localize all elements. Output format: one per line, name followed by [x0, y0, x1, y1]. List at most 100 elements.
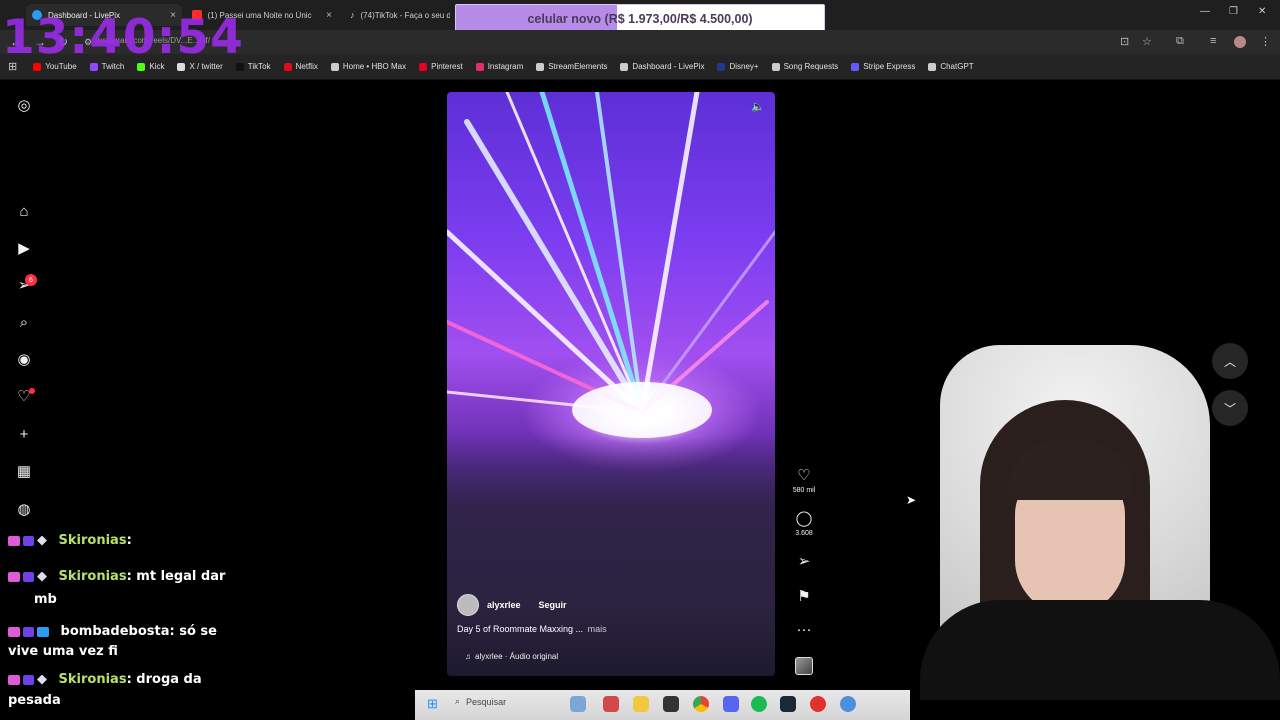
bookmark-x-twitter[interactable]: X / twitter	[177, 62, 223, 71]
bookmark-home-hbo-max[interactable]: Home • HBO Max	[330, 62, 406, 71]
donation-goal-bar: celular novo (R$ 1.973,00/R$ 4.500,00)	[455, 4, 825, 33]
chat-username: Skironias	[58, 533, 127, 548]
restore-icon[interactable]: ❐	[1229, 6, 1238, 17]
bookmark-youtube[interactable]: YouTube	[33, 62, 77, 71]
bookmark-streamelements[interactable]: StreamElements	[536, 62, 607, 71]
extensions-icon[interactable]: ⧉	[1176, 35, 1184, 48]
create-plus-icon[interactable]: +	[14, 424, 34, 444]
more-options-button[interactable]: ···	[784, 621, 824, 638]
bookmark-favicon-icon	[177, 62, 186, 71]
bookmark-song-requests[interactable]: Song Requests	[771, 62, 838, 71]
mouse-cursor-icon: ➤	[906, 493, 917, 507]
bookmark-pinterest[interactable]: Pinterest	[419, 62, 463, 71]
windows-taskbar: ⊞ ⌕ Pesquisar	[415, 690, 910, 720]
search-icon[interactable]: ⌕	[14, 312, 34, 332]
reel-caption: Day 5 of Roommate Maxxing ... mais	[457, 624, 607, 634]
chat-text-continued: pesada	[8, 693, 61, 708]
reel-audio[interactable]: ♫ alyxrlee · Áudio original	[465, 652, 558, 661]
gem-badge-icon	[37, 674, 47, 685]
media-control-icon[interactable]: ≡	[1210, 35, 1216, 47]
bookmark-instagram[interactable]: Instagram	[475, 62, 523, 71]
music-note-icon: ♫	[465, 652, 471, 661]
comment-icon: ◯	[795, 510, 813, 527]
share-button[interactable]: ➢	[784, 552, 824, 570]
explore-icon[interactable]: ◉	[14, 349, 34, 369]
more-link[interactable]: mais	[588, 624, 607, 634]
file-explorer-icon[interactable]	[633, 696, 649, 712]
bookmark-kick[interactable]: Kick	[137, 62, 164, 71]
close-tab-icon[interactable]: ×	[326, 10, 332, 21]
steam-icon[interactable]	[780, 696, 796, 712]
install-app-icon[interactable]: ⊡	[1120, 35, 1129, 48]
bookmark-favicon-icon	[89, 62, 98, 71]
dashboard-icon[interactable]: ▦	[14, 461, 34, 481]
webcam-overlay	[910, 345, 1280, 700]
tab-tiktok[interactable]: ♪ (74)TikTok - Faça o seu di	[344, 4, 456, 26]
bookmark-label: Pinterest	[431, 62, 463, 71]
heart-badge-icon	[8, 571, 20, 582]
bookmark-label: X / twitter	[189, 62, 223, 71]
taskbar-search[interactable]: ⌕ Pesquisar	[455, 696, 506, 707]
menu-icon[interactable]: ⋮	[1260, 35, 1271, 48]
bookmark-label: ChatGPT	[940, 62, 974, 71]
bookmark-netflix[interactable]: Netflix	[283, 62, 318, 71]
discord-icon[interactable]	[723, 696, 739, 712]
gem-badge-icon	[37, 535, 47, 546]
bookmark-favicon-icon	[137, 62, 146, 71]
browser-icon[interactable]	[840, 696, 856, 712]
bookmark-dashboard-livepix[interactable]: Dashboard - LivePix	[620, 62, 704, 71]
close-window-icon[interactable]: ✕	[1258, 6, 1266, 17]
instagram-sidebar: ◎ ⌂ ▶ ➢ 6 ⌕ ◉ ♡ + ▦ ◍	[0, 81, 48, 541]
chat-username: bombadebosta	[60, 624, 170, 639]
sub-badge-icon	[23, 674, 34, 685]
chat-text: mt legal dar	[136, 569, 226, 584]
reel-author: alyxrlee Seguir	[457, 594, 567, 616]
reel-video[interactable]: 🔈 alyxrlee Seguir Day 5 of Roommate Maxx…	[447, 92, 775, 676]
reels-icon[interactable]: ▶	[14, 238, 34, 258]
sub-badge-icon	[23, 626, 34, 637]
bookmarks-bar: ⊞ YouTube Twitch Kick X / twitter TikTok Netf…	[0, 54, 1280, 80]
bookmark-stripe-express[interactable]: Stripe Express	[851, 62, 915, 71]
minimize-icon[interactable]: —	[1200, 6, 1210, 17]
save-button[interactable]: ⚑	[784, 587, 824, 605]
tab-title: (74)TikTok - Faça o seu di	[360, 10, 451, 20]
comment-count: 3.608	[795, 530, 813, 537]
search-icon: ⌕	[455, 696, 461, 706]
bookmark-chatgpt[interactable]: ChatGPT	[928, 62, 974, 71]
obs-icon[interactable]	[603, 696, 619, 712]
bookmark-favicon-icon	[928, 62, 937, 71]
instagram-logo-icon[interactable]: ◎	[14, 95, 34, 115]
bookmark-disney[interactable]: Disney+	[717, 62, 759, 71]
chrome-icon[interactable]	[693, 696, 709, 712]
bookmark-tiktok[interactable]: TikTok	[235, 62, 271, 71]
author-avatar[interactable]	[457, 594, 479, 616]
like-button[interactable]: ♡ 580 mil	[784, 466, 824, 494]
bookmark-label: YouTube	[45, 62, 77, 71]
donation-goal-text: celular novo (R$ 1.973,00/R$ 4.500,00)	[527, 11, 753, 26]
windows-start-icon[interactable]: ⊞	[427, 697, 441, 711]
profile-avatar[interactable]	[1234, 36, 1246, 48]
comment-button[interactable]: ◯ 3.608	[784, 509, 824, 537]
audio-thumbnail[interactable]	[795, 657, 813, 675]
bookmark-favicon-icon	[851, 62, 860, 71]
profile-icon[interactable]: ◍	[14, 499, 34, 519]
follow-button[interactable]: Seguir	[539, 600, 567, 610]
bookmark-twitch[interactable]: Twitch	[89, 62, 125, 71]
bookmark-favicon-icon	[235, 62, 244, 71]
volume-icon[interactable]: 🔈	[751, 100, 765, 113]
bookmark-icon: ⚑	[797, 588, 811, 605]
github-icon[interactable]	[663, 696, 679, 712]
apps-grid-icon[interactable]: ⊞	[8, 60, 17, 73]
streamer-shirt	[920, 600, 1280, 700]
notification-badge: 6	[25, 274, 37, 286]
home-icon[interactable]: ⌂	[14, 201, 34, 221]
bookmark-label: Twitch	[101, 62, 125, 71]
chat-message: Skironias:	[8, 533, 132, 548]
chat-text: só se	[179, 624, 217, 639]
media-player-icon[interactable]	[810, 696, 826, 712]
task-view-icon[interactable]	[570, 696, 586, 712]
share-icon: ➢	[797, 553, 811, 570]
bookmark-star-icon[interactable]: ☆	[1142, 35, 1152, 48]
spotify-icon[interactable]	[751, 696, 767, 712]
author-username[interactable]: alyxrlee	[487, 600, 521, 610]
